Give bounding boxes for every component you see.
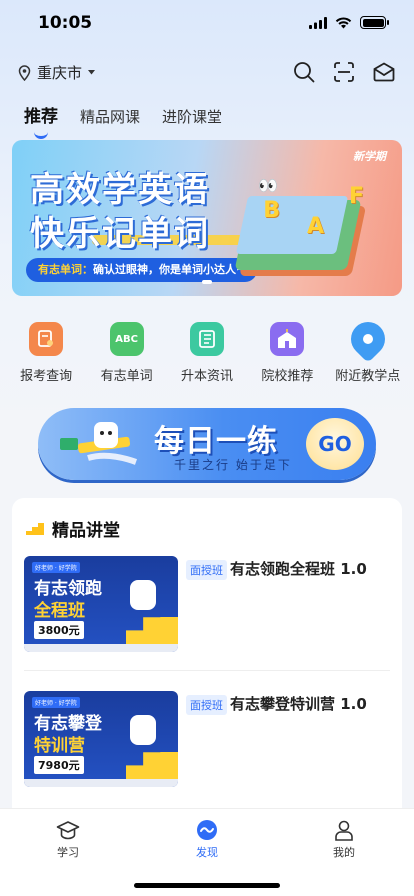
thumbnail-price: 3800元 — [34, 621, 84, 639]
stairs-illustration — [126, 739, 178, 779]
wifi-icon — [335, 16, 352, 28]
thumbnail-logo: 好老师 · 好学院 — [32, 697, 80, 708]
status-icons — [309, 16, 389, 29]
divider — [24, 670, 390, 671]
robot-illustration — [130, 580, 156, 610]
caret-down-icon — [88, 70, 96, 75]
tabbar-label: 我的 — [333, 846, 355, 859]
news-icon — [189, 322, 224, 356]
thumbnail-title-line2: 特训营 — [34, 736, 85, 756]
signal-icon — [309, 16, 327, 29]
city-selector[interactable]: 重庆市 — [18, 62, 96, 83]
quick-nav: 报考查询 ABC 有志单词 升本资讯 院校推荐 附近教学点 — [0, 314, 414, 384]
tabbar-label: 学习 — [57, 846, 79, 859]
quick-nav-label: 附近教学点 — [335, 369, 401, 384]
tabbar-discover[interactable]: 发现 — [177, 819, 237, 860]
scan-icon[interactable] — [332, 60, 356, 84]
premium-lectures-section: 精品讲堂 好老师 · 好学院 有志领跑 全程班 3800元 面授班 有志领跑全程… — [12, 498, 402, 828]
promo-banner[interactable]: 高效学英语 快乐记单词 有志单词：确认过眼神，你是单词小达人~ 新学期 👀 B … — [12, 140, 402, 296]
tab-premium-courses[interactable]: 精品网课 — [80, 106, 140, 127]
tab-recommend[interactable]: 推荐 — [24, 102, 58, 127]
thumbnail-title-line2: 全程班 — [34, 601, 85, 621]
quick-nav-report-query[interactable]: 报考查询 — [8, 322, 84, 384]
quick-nav-label: 报考查询 — [20, 369, 73, 384]
stairs-illustration — [126, 604, 178, 644]
report-icon — [29, 322, 64, 356]
go-button[interactable]: GO — [306, 418, 364, 470]
thumbnail-footer — [24, 779, 178, 787]
bottom-tab-bar: 学习 发现 我的 — [0, 808, 414, 896]
carousel-indicator — [202, 280, 212, 284]
home-indicator — [134, 883, 280, 888]
quick-nav-label: 院校推荐 — [261, 369, 314, 384]
graduation-cap-icon — [56, 821, 80, 840]
quick-nav-label: 有志单词 — [100, 369, 153, 384]
thumbnail-logo: 好老师 · 好学院 — [32, 562, 80, 573]
course-type-tag: 面授班 — [186, 560, 227, 580]
quick-nav-nearby-centers[interactable]: 附近教学点 — [330, 314, 406, 384]
location-pin-icon — [343, 314, 392, 364]
thumbnail-price: 7980元 — [34, 756, 84, 774]
abc-icon: ABC — [109, 322, 144, 356]
header: 重庆市 — [0, 60, 414, 90]
course-name: 有志领跑全程班 1.0 — [230, 560, 367, 578]
letter-a: A — [306, 214, 324, 239]
abc-icon-glyph: ABC — [115, 333, 138, 345]
header-actions — [292, 60, 396, 84]
search-icon[interactable] — [292, 60, 316, 84]
robot-illustration — [130, 715, 156, 745]
section-header: 精品讲堂 — [26, 516, 120, 541]
quick-nav-school-recommend[interactable]: 院校推荐 — [249, 322, 325, 384]
discover-icon — [197, 820, 217, 840]
eyes-illustration: 👀 — [258, 176, 278, 195]
tabbar-profile[interactable]: 我的 — [314, 819, 374, 860]
tabbar-label: 发现 — [196, 846, 218, 859]
thumbnail-footer — [24, 644, 178, 652]
top-tabs: 推荐 精品网课 进阶课堂 — [24, 102, 222, 127]
mail-icon[interactable] — [372, 60, 396, 84]
profile-icon — [335, 820, 353, 841]
status-time: 10:05 — [38, 13, 93, 33]
letter-f: F — [348, 184, 364, 209]
banner-slogan-text: 确认过眼神，你是单词小达人~ — [93, 263, 246, 276]
banner-badge: 新学期 — [353, 150, 386, 163]
book-page-illustration — [235, 196, 349, 254]
school-icon — [270, 322, 305, 356]
course-thumbnail: 好老师 · 好学院 有志领跑 全程班 3800元 — [24, 556, 178, 652]
status-bar: 10:05 — [0, 0, 414, 48]
quick-nav-vocabulary[interactable]: ABC 有志单词 — [89, 322, 165, 384]
course-card[interactable]: 好老师 · 好学院 有志领跑 全程班 3800元 面授班 有志领跑全程班 1.0 — [24, 556, 390, 656]
banner-slogan-highlight: 有志单词： — [38, 263, 93, 276]
course-name: 有志攀登特训营 1.0 — [230, 695, 367, 713]
quick-nav-upgrade-news[interactable]: 升本资讯 — [169, 322, 245, 384]
stairs-icon — [26, 522, 44, 535]
banner-title-line1: 高效学英语 — [30, 170, 210, 210]
banner-title-line2: 快乐记单词 — [30, 214, 210, 254]
location-icon — [18, 64, 31, 81]
daily-subtitle: 千里之行 始于足下 — [174, 458, 292, 472]
city-name: 重庆市 — [37, 64, 83, 82]
section-title: 精品讲堂 — [52, 521, 120, 541]
tab-advanced-class[interactable]: 进阶课堂 — [162, 106, 222, 127]
letter-b: B — [263, 198, 280, 223]
course-thumbnail: 好老师 · 好学院 有志攀登 特训营 7980元 — [24, 691, 178, 787]
course-card[interactable]: 好老师 · 好学院 有志攀登 特训营 7980元 面授班 有志攀登特训营 1.0 — [24, 691, 390, 791]
quick-nav-label: 升本资讯 — [180, 369, 233, 384]
robot-pencil-illustration — [60, 422, 138, 465]
daily-practice-banner[interactable]: 每日一练 千里之行 始于足下 GO — [38, 408, 376, 480]
banner-slogan: 有志单词：确认过眼神，你是单词小达人~ — [26, 258, 258, 282]
battery-icon — [360, 16, 389, 29]
course-type-tag: 面授班 — [186, 695, 227, 715]
tabbar-study[interactable]: 学习 — [38, 819, 98, 860]
daily-title: 每日一练 — [154, 424, 278, 459]
